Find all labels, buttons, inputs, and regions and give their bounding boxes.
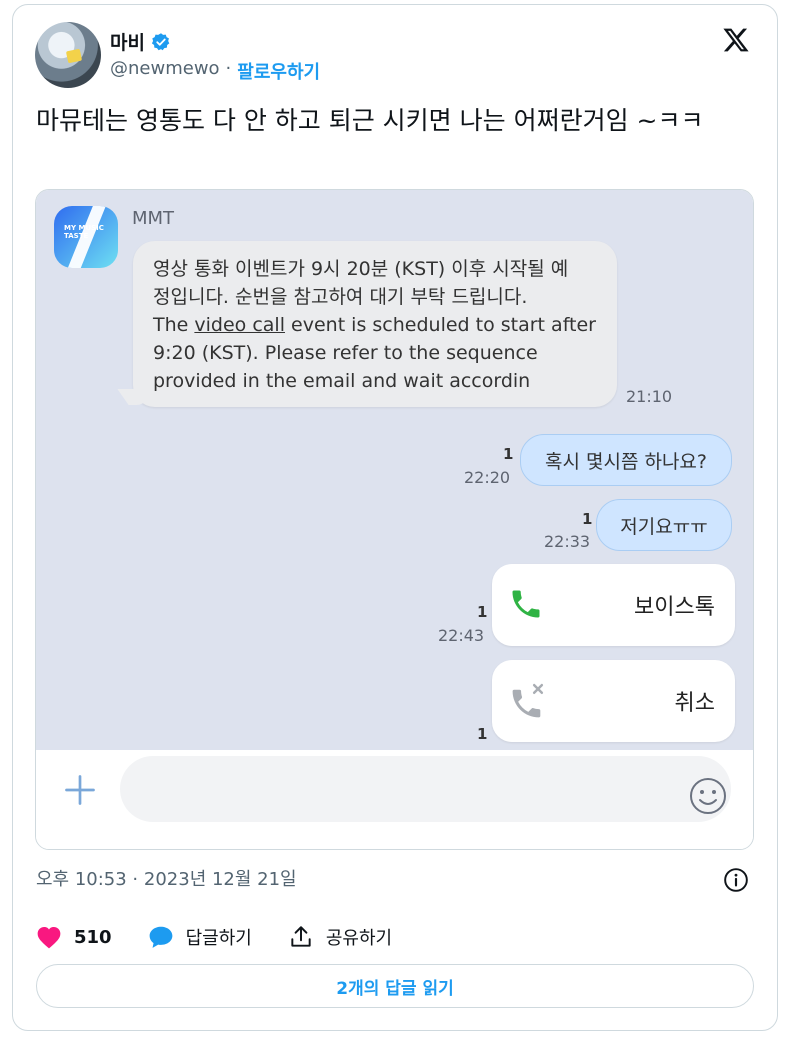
x-logo-icon[interactable]	[721, 26, 751, 54]
phone-cancelled-icon	[512, 683, 544, 718]
chat-area: MY MUSIC TASTE MMT 영상 통화 이벤트가 9시 20분 (KS…	[36, 190, 753, 750]
chat-message-field: #	[120, 756, 731, 822]
unread-count: 1	[477, 603, 488, 621]
outgoing-message-bubble: 혹시 몇시쯤 하나요?	[520, 434, 732, 486]
message-time: 22:20	[464, 468, 511, 487]
author-name-row: 마비	[110, 28, 171, 55]
cancelled-label: 취소	[674, 691, 715, 716]
message-time: 22:43	[438, 626, 485, 645]
message-line: The video call event is scheduled to sta…	[153, 314, 596, 336]
follow-button[interactable]: 팔로우하기	[237, 58, 320, 84]
unread-count: 1	[582, 510, 593, 528]
tweet-media-image[interactable]: MY MUSIC TASTE MMT 영상 통화 이벤트가 9시 20분 (KS…	[35, 189, 754, 850]
message-line: 영상 통화 이벤트가 9시 20분 (KST) 이후 시작될 예	[153, 258, 569, 280]
separator-dot: ·	[225, 58, 232, 79]
emoji-icon	[690, 778, 726, 814]
message-line: provided in the email and wait accordin	[153, 370, 531, 392]
unread-count: 1	[503, 445, 514, 463]
mmt-logo: MY MUSIC TASTE	[54, 206, 118, 268]
message-time: 22:33	[544, 532, 591, 551]
tweet-actions: 510 답글하기 공유하기	[36, 922, 428, 952]
unread-count: 1	[477, 725, 488, 743]
info-icon[interactable]	[723, 867, 749, 893]
author-name[interactable]: 마비	[110, 28, 145, 55]
share-label: 공유하기	[325, 928, 393, 949]
cancelled-call-card: 취소	[492, 660, 735, 742]
message-line: 9:20 (KST). Please refer to the sequence	[153, 342, 538, 364]
reply-button[interactable]: 답글하기	[148, 924, 252, 950]
voice-talk-card: 보이스톡	[492, 564, 735, 646]
share-icon	[291, 926, 311, 947]
author-handle[interactable]: @newmewo	[110, 58, 220, 84]
voice-talk-label: 보이스톡	[634, 595, 715, 620]
message-time: 21:10	[626, 387, 673, 406]
video-call-link: video call	[194, 314, 285, 336]
plus-icon	[65, 775, 95, 805]
tweet-timestamp[interactable]: 오후 10:53 · 2023년 12월 21일	[36, 865, 297, 891]
reply-label: 답글하기	[185, 928, 252, 949]
chat-sender-name: MMT	[132, 208, 175, 229]
chat-input-bar: #	[36, 750, 753, 849]
author-avatar[interactable]	[35, 22, 101, 88]
reply-bubble-icon	[149, 926, 172, 948]
like-button[interactable]: 510	[36, 925, 112, 949]
read-replies-button[interactable]: 2개의 답글 읽기	[36, 964, 754, 1008]
message-line: 정입니다. 순번을 참고하여 대기 부탁 드립니다.	[153, 286, 528, 308]
incoming-message-bubble: 영상 통화 이벤트가 9시 20분 (KST) 이후 시작될 예 정입니다. 순…	[117, 241, 617, 407]
author-handle-row: @newmewo · 팔로우하기	[110, 58, 320, 84]
phone-icon	[512, 590, 540, 618]
heart-icon	[37, 927, 61, 949]
outgoing-message-bubble: 저기요ㅠㅠ	[596, 499, 732, 551]
verified-badge-icon	[151, 32, 170, 50]
tweet-text: 마뮤테는 영통도 다 안 하고 퇴근 시키면 나는 어쩌란거임 ~ㅋㅋ	[36, 106, 704, 135]
share-button[interactable]: 공유하기	[288, 924, 392, 950]
mmt-logo-text: MY MUSIC TASTE	[64, 224, 104, 240]
like-count: 510	[74, 926, 112, 948]
